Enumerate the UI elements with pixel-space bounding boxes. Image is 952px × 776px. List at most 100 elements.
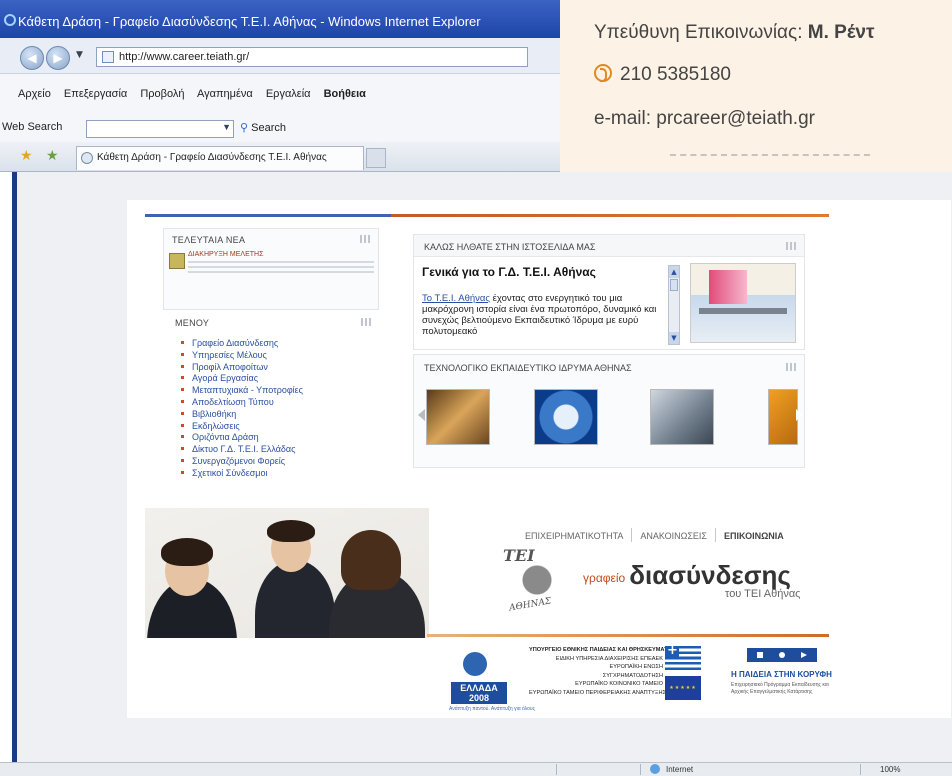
site-menu-item[interactable]: Μεταπτυχιακά - Υποτροφίες bbox=[181, 385, 303, 397]
tab-label: Κάθετη Δράση - Γραφείο Διασύνδεσης Τ.Ε.Ι… bbox=[97, 152, 327, 163]
ministry-line: ΕΥΡΩΠΑΪΚΗ ΕΝΩΣΗ bbox=[609, 664, 663, 671]
contact-box: Υπεύθυνη Επικοινωνίας: Μ. Ρέντ 210 53851… bbox=[560, 0, 952, 172]
gallery-globe-image[interactable] bbox=[534, 389, 598, 445]
menu-help[interactable]: Βοήθεια bbox=[324, 88, 366, 100]
status-separator bbox=[556, 764, 557, 775]
site-menu-item[interactable]: Εκδηλώσεις bbox=[181, 421, 303, 433]
tei-link[interactable]: Το Τ.Ε.Ι. Αθήνας bbox=[422, 293, 490, 304]
brand-underline bbox=[427, 634, 829, 637]
menu-favorites[interactable]: Αγαπημένα bbox=[197, 88, 253, 100]
panel-grip-icon[interactable] bbox=[786, 242, 798, 250]
magnifier-icon: ⚲ bbox=[240, 122, 249, 134]
status-separator bbox=[860, 764, 861, 775]
news-thumbnail bbox=[169, 253, 185, 269]
eps-title: Η ΠΑΙΔΕΙΑ ΣΤΗΝ ΚΟΡΥΦΗ bbox=[731, 670, 832, 679]
tab-page-icon bbox=[81, 152, 93, 164]
menu-edit[interactable]: Επεξεργασία bbox=[64, 88, 127, 100]
add-favorites-icon[interactable]: ★ bbox=[46, 148, 59, 164]
ministry-line: ΕΙΔΙΚΗ ΥΠΗΡΕΣΙΑ ΔΙΑΧΕΙΡΙΣΗΣ ΕΠΕΑΕΚ bbox=[555, 655, 663, 662]
site-menu-item[interactable]: Συνεργαζόμενοι Φορείς bbox=[181, 456, 303, 468]
panel-grip-icon[interactable] bbox=[786, 363, 798, 371]
tei-gallery-panel: ΤΕΧΝΟΛΟΓΙΚΟ ΕΚΠΑΙΔΕΥΤΙΚΟ ΙΔΡΥΜΑ ΑΘΗΝΑΣ bbox=[413, 354, 805, 468]
favorites-star-icon[interactable]: ★ bbox=[20, 148, 33, 164]
scroll-thumb[interactable] bbox=[670, 279, 678, 291]
gallery-diploma-image[interactable] bbox=[426, 389, 490, 445]
site-top-nav: ΕΠΙΧΕΙΡΗΜΑΤΙΚΟΤΗΤΑ ΑΝΑΚΟΙΝΩΣΕΙΣ ΕΠΙΚΟΙΝΩΝΙ… bbox=[525, 528, 792, 542]
address-bar-row: ◀ ▶ ▼ http://www.career.teiath.gr/ bbox=[0, 38, 560, 74]
sponsor-logos: ΕΛΛΑΔΑ 2008 Ανάπτυξη παντού. Ανάπτυξη γι… bbox=[145, 638, 832, 718]
eps-bars-icon bbox=[747, 648, 817, 662]
menu-panel-title: ΜΕΝΟΥ bbox=[175, 318, 210, 328]
gallery-glasses-image[interactable] bbox=[650, 389, 714, 445]
latest-news-panel: ΤΕΛΕΥΤΑΙΑ ΝΕΑ ΔΙΑΚΗΡΥΞΗ ΜΕΛΕΤΗΣ bbox=[163, 228, 379, 310]
search-button-label: Search bbox=[251, 122, 286, 134]
search-dropdown-icon[interactable]: ▼ bbox=[222, 122, 231, 132]
site-menu-item[interactable]: Γραφείο Διασύνδεσης bbox=[181, 338, 303, 350]
zoom-level[interactable]: 100% bbox=[880, 765, 900, 774]
contact-phone: 210 5385180 bbox=[594, 64, 731, 86]
nav-separator bbox=[715, 528, 716, 542]
search-button[interactable]: ⚲ Search bbox=[240, 121, 286, 134]
site-menu-item[interactable]: Οριζόντια Δράση bbox=[181, 432, 303, 444]
site-menu-item[interactable]: Αποδελτίωση Τύπου bbox=[181, 397, 303, 409]
news-item-title[interactable]: ΔΙΑΚΗΡΥΞΗ ΜΕΛΕΤΗΣ bbox=[188, 251, 263, 258]
back-button[interactable]: ◀ bbox=[20, 46, 44, 70]
menu-view[interactable]: Προβολή bbox=[140, 88, 184, 100]
tab-active[interactable]: Κάθετη Δράση - Γραφείο Διασύνδεσης Τ.Ε.Ι… bbox=[76, 146, 364, 170]
history-dropdown-icon[interactable]: ▼ bbox=[76, 50, 83, 60]
address-text: http://www.career.teiath.gr/ bbox=[119, 51, 250, 63]
contact-person-prefix: Υπεύθυνη Επικοινωνίας: bbox=[594, 22, 808, 43]
new-tab-button[interactable] bbox=[366, 148, 386, 168]
contact-email: e-mail: prcareer@teiath.gr bbox=[594, 108, 815, 129]
tei-panel-title: ΤΕΧΝΟΛΟΓΙΚΟ ΕΚΠΑΙΔΕΥΤΙΚΟ ΙΔΡΥΜΑ ΑΘΗΝΑΣ bbox=[424, 363, 632, 373]
address-input[interactable]: http://www.career.teiath.gr/ bbox=[96, 47, 528, 67]
news-panel-title: ΤΕΛΕΥΤΑΙΑ ΝΕΑ bbox=[172, 235, 246, 245]
scroll-down-icon[interactable]: ▼ bbox=[669, 332, 679, 344]
nav-entrepreneurship[interactable]: ΕΠΙΧΕΙΡΗΜΑΤΙΚΟΤΗΤΑ bbox=[525, 531, 623, 541]
forward-button[interactable]: ▶ bbox=[46, 46, 70, 70]
site-menu-panel: ΜΕΝΟΥ Γραφείο Διασύνδεσης Υπηρεσίες Μέλο… bbox=[163, 304, 379, 498]
site-menu-item[interactable]: Σχετικοί Σύνδεσμοι bbox=[181, 468, 303, 480]
greece-2008-text: ΕΛΛΑΔΑ 2008 bbox=[451, 682, 507, 704]
site-menu-item[interactable]: Προφίλ Αποφοίτων bbox=[181, 362, 303, 374]
panel-grip-icon[interactable] bbox=[360, 235, 372, 243]
eps-circle bbox=[779, 652, 785, 658]
menu-tools[interactable]: Εργαλεία bbox=[266, 88, 311, 100]
nav-separator bbox=[631, 528, 633, 542]
ministry-text: ΥΠΟΥΡΓΕΙΟ ΕΘΝΙΚΗΣ ΠΑΙΔΕΙΑΣ ΚΑΙ ΘΡΗΣΚΕΥΜΑ… bbox=[529, 646, 676, 698]
site-menu-item[interactable]: Αγορά Εργασίας bbox=[181, 373, 303, 385]
search-toolbar: Web Search ▼ ⚲ Search bbox=[0, 116, 560, 142]
contact-person: Υπεύθυνη Επικοινωνίας: Μ. Ρέντ bbox=[594, 22, 874, 44]
welcome-body: Το Τ.Ε.Ι. Αθήνας έχοντας στο ενεργητικό … bbox=[422, 293, 662, 337]
welcome-panel-header: ΚΑΛΩΣ ΗΛΘΑΤΕ ΣΤΗΝ ΙΣΤΟΣΕΛΙΔΑ ΜΑΣ bbox=[414, 235, 804, 257]
runner-icon bbox=[463, 652, 487, 676]
welcome-scrollbar[interactable]: ▲ ▼ bbox=[668, 265, 680, 345]
site-menu-list: Γραφείο Διασύνδεσης Υπηρεσίες Μέλους Προ… bbox=[181, 338, 303, 480]
gallery-next-icon[interactable] bbox=[796, 409, 803, 421]
office-brand: γραφείο διασύνδεσης bbox=[583, 560, 791, 591]
site-menu-item[interactable]: Βιβλιοθήκη bbox=[181, 409, 303, 421]
website-page: ΤΕΛΕΥΤΑΙΑ ΝΕΑ ΔΙΑΚΗΡΥΞΗ ΜΕΛΕΤΗΣ ΜΕΝΟΥ Γρ… bbox=[127, 200, 951, 718]
nav-announcements[interactable]: ΑΝΑΚΟΙΝΩΣΕΙΣ bbox=[640, 531, 707, 541]
page-icon bbox=[102, 51, 114, 63]
site-menu-item[interactable]: Δίκτυο Γ.Δ. Τ.Ε.Ι. Ελλάδας bbox=[181, 444, 303, 456]
panel-grip-icon[interactable] bbox=[361, 318, 373, 326]
viewport-edge bbox=[12, 172, 17, 762]
menu-bar: Αρχείο Επεξεργασία Προβολή Αγαπημένα Εργ… bbox=[0, 74, 560, 116]
site-menu-item[interactable]: Υπηρεσίες Μέλους bbox=[181, 350, 303, 362]
nav-contact[interactable]: ΕΠΙΚΟΙΝΩΝΙΑ bbox=[724, 531, 784, 541]
seal-top-text: ΤΕΙ bbox=[503, 546, 535, 565]
person-hair bbox=[341, 530, 401, 590]
greece-2008-logo: ΕΛΛΑΔΑ 2008 Ανάπτυξη παντού. Ανάπτυξη γι… bbox=[449, 652, 535, 712]
search-input[interactable]: ▼ bbox=[86, 120, 234, 138]
gallery-prev-icon[interactable] bbox=[418, 409, 425, 421]
seal-bottom-text: ΑΘΗΝΑΣ bbox=[508, 596, 553, 614]
scroll-up-icon[interactable]: ▲ bbox=[669, 266, 679, 278]
status-bar: Internet 100% bbox=[0, 762, 952, 776]
person-hair bbox=[267, 520, 315, 542]
person-hair bbox=[161, 538, 213, 566]
ministry-line: ΕΥΡΩΠΑΪΚΟ ΤΑΜΕΙΟ ΠΕΡΙΦΕΡΕΙΑΚΗΣ ΑΝΑΠΤΥΞΗΣ bbox=[529, 689, 666, 696]
gallery-partial-image[interactable] bbox=[768, 389, 798, 445]
menu-file[interactable]: Αρχείο bbox=[18, 88, 51, 100]
ministry-line: ΕΥΡΩΠΑΪΚΟ ΚΟΙΝΩΝΙΚΟ ΤΑΜΕΙΟ bbox=[575, 681, 663, 688]
